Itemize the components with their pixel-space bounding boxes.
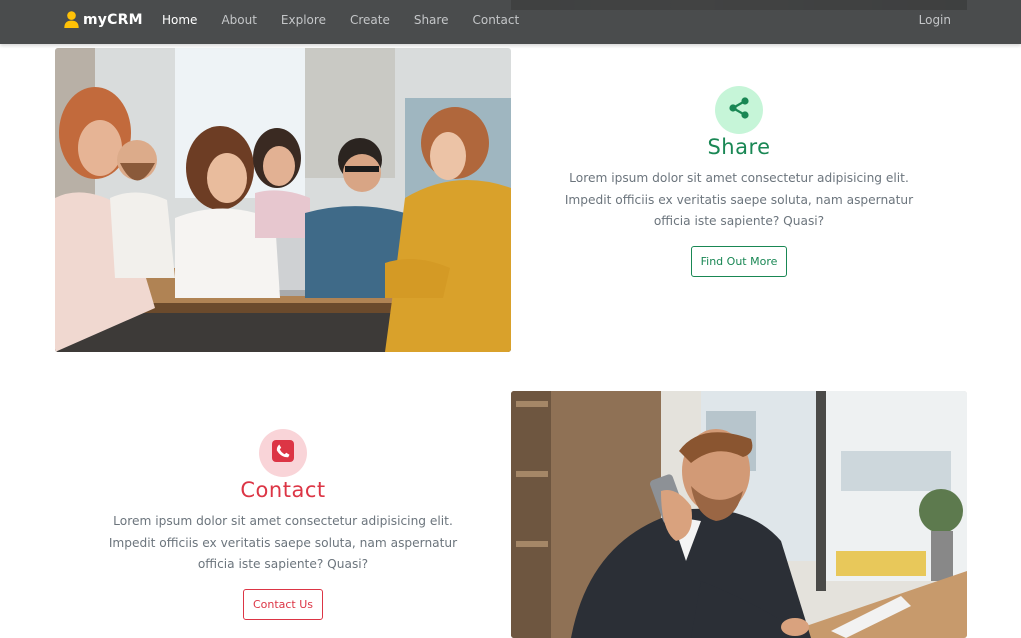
phone-icon (272, 440, 294, 466)
share-icon-circle (715, 86, 763, 134)
team-meeting-photo (55, 48, 511, 352)
contact-description: Lorem ipsum dolor sit amet consectetur a… (108, 514, 458, 571)
contact-title: Contact (240, 478, 326, 502)
nav-link-explore[interactable]: Explore (281, 13, 326, 27)
contact-feature: Contact Lorem ipsum dolor sit amet conse… (83, 429, 483, 620)
find-out-more-button[interactable]: Find Out More (690, 245, 788, 277)
brand-logo[interactable]: myCRM (64, 11, 143, 28)
phone-icon-circle (259, 429, 307, 477)
login-link[interactable]: Login (919, 13, 951, 27)
top-navbar: myCRM Home About Explore Create Share Co… (0, 0, 1021, 44)
contact-us-button[interactable]: Contact Us (242, 588, 324, 620)
nav-links: Home About Explore Create Share Contact (162, 13, 543, 27)
user-icon (64, 11, 79, 28)
nav-link-home[interactable]: Home (162, 13, 197, 27)
share-icon (727, 96, 751, 124)
share-title: Share (707, 135, 771, 159)
nav-link-create[interactable]: Create (350, 13, 390, 27)
share-description: Lorem ipsum dolor sit amet consectetur a… (564, 171, 914, 228)
nav-link-share[interactable]: Share (414, 13, 449, 27)
nav-link-contact[interactable]: Contact (472, 13, 519, 27)
nav-link-about[interactable]: About (221, 13, 256, 27)
share-feature: Share Lorem ipsum dolor sit amet consect… (539, 86, 939, 277)
brand-name: myCRM (83, 11, 143, 28)
businessman-phone-photo (511, 391, 967, 638)
